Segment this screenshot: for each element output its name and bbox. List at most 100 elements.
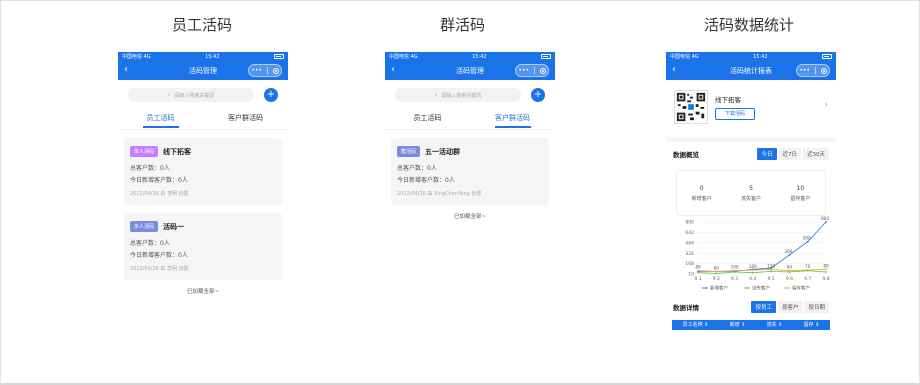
add-code-button[interactable]: +: [264, 88, 278, 102]
col-new[interactable]: 新增 ⇕: [730, 320, 746, 330]
code-card[interactable]: 群活码 五一活动群 总客户数：0人 今日新增客户数：0人 2022/04/26 …: [391, 138, 549, 205]
download-code-button[interactable]: 下载活码: [715, 108, 755, 120]
data-label: 100: [749, 264, 757, 269]
qr-code-icon: [674, 90, 708, 124]
today-new-customers: 今日新增客户数：0人: [130, 177, 188, 184]
data-label: 130: [767, 263, 775, 268]
series-point: [715, 270, 718, 273]
battery-icon: [540, 54, 551, 59]
x-tick-label: 9.6: [786, 276, 793, 282]
detail-by-employee[interactable]: 按员工: [751, 301, 776, 313]
search-icon: ⌕: [167, 92, 171, 98]
load-all-text: 已加载全部~: [453, 214, 487, 220]
code-name: 活码一: [163, 222, 185, 231]
data-label: 100: [731, 265, 739, 270]
total-customers: 总客户数：0人: [130, 240, 170, 247]
kpi-value: 0: [699, 184, 704, 192]
tab-group-code[interactable]: 客户群活码: [203, 108, 288, 129]
close-miniapp-icon[interactable]: [272, 67, 279, 74]
chevron-right-icon[interactable]: ›: [824, 100, 828, 110]
series-point: [825, 271, 827, 273]
kpi-value: 10: [796, 184, 805, 192]
trend-chart: 10 168 326 484 642 800 9.1 9.2 9.3 9.4 9.5 9.6 9.7 9.…: [666, 216, 836, 298]
carrier-text: 中国电信 4G: [389, 54, 418, 60]
code-name: 线下拓客: [163, 147, 192, 156]
close-miniapp-icon[interactable]: [539, 67, 546, 74]
data-label: 500: [803, 236, 811, 241]
nav-bar: ‹ 活码管理 •••: [118, 61, 288, 80]
tab-employee-code[interactable]: 员工活码: [118, 108, 203, 129]
section-title-stats: 活码数据统计: [704, 16, 795, 34]
more-icon[interactable]: •••: [251, 67, 262, 74]
status-bar: 中国电信 4G 15:42: [385, 52, 555, 61]
trend-chart-svg: 10 168 326 484 642 800 9.1 9.2 9.3 9.4 9.5 9.6 9.7 9.…: [685, 216, 829, 292]
x-tick-label: 9.8: [822, 276, 829, 282]
created-meta: 2022/04/26 由 李明 创建: [130, 191, 189, 197]
time-text: 15:42: [472, 53, 487, 60]
data-label: 70: [805, 264, 811, 269]
data-label: 80: [695, 265, 701, 270]
miniapp-capsule: •••: [796, 64, 830, 77]
more-icon[interactable]: •••: [799, 67, 810, 74]
close-miniapp-icon[interactable]: [820, 67, 827, 74]
phone-code-stats: 中国电信 4G 15:42 ‹ 活码统计报表 ••• 线下拓客 下载活码 › 数…: [666, 52, 836, 354]
series-point: [697, 271, 699, 274]
code-card[interactable]: 多人活码 活码一 总客户数：0人 今日新增客户数：0人 2022/04/26 由…: [124, 213, 282, 280]
total-customers: 总客户数：0人: [397, 165, 437, 172]
series-point: [806, 240, 809, 243]
kpi-label: 留存客户: [790, 195, 811, 202]
back-arrow-icon[interactable]: ‹: [672, 64, 676, 76]
tab-group-code[interactable]: 客户群活码: [470, 108, 555, 129]
carrier-text: 中国电信 4G: [122, 54, 151, 60]
search-placeholder: 请输入搜索关键词: [174, 92, 215, 99]
data-label: 80: [823, 263, 829, 268]
kpi-kept: 10 留存客户: [790, 185, 810, 202]
series-point: [825, 268, 827, 271]
y-tick-label: 326: [685, 251, 694, 257]
data-label: 60: [787, 265, 793, 270]
series-point: [770, 270, 773, 273]
nav-bar: ‹ 活码管理 •••: [385, 61, 555, 80]
today-new-customers: 今日新增客户数：0人: [397, 177, 455, 184]
search-input[interactable]: ⌕ 请输入搜索关键词: [395, 88, 521, 102]
x-tick-label: 9.4: [749, 276, 756, 282]
type-badge: 多人活码: [130, 221, 159, 232]
y-tick-label: 10: [688, 272, 694, 278]
detail-by-customer[interactable]: 按客户: [777, 301, 803, 313]
back-arrow-icon[interactable]: ‹: [391, 64, 395, 76]
tab-employee-code[interactable]: 员工活码: [385, 108, 470, 129]
nav-title: 活码管理: [456, 66, 484, 75]
back-arrow-icon[interactable]: ‹: [124, 64, 128, 76]
total-customers: 总客户数：0人: [130, 165, 170, 172]
detail-selector: 按员工 按客户 按日期: [751, 301, 829, 313]
kpi-value: 5: [749, 184, 753, 192]
nav-title: 活码统计报表: [730, 66, 772, 75]
col-lost[interactable]: 流失 ⇕: [767, 320, 783, 330]
phone-group-codes: 中国电信 4G 15:42 ‹ 活码管理 ••• ⌕ 请输入搜索关键词 + 员工…: [385, 52, 555, 242]
search-input[interactable]: ⌕ 请输入搜索关键词: [128, 88, 254, 102]
type-badge: 群活码: [397, 146, 421, 157]
code-summary[interactable]: 线下拓客 下载活码 ›: [666, 80, 836, 142]
series-point: [697, 269, 699, 272]
kpi-lost: 5 流失客户: [741, 185, 761, 202]
col-employee[interactable]: 员工名称 ⇕: [683, 320, 709, 330]
range-7d[interactable]: 近7日: [778, 148, 801, 160]
carrier-text: 中国电信 4G: [670, 54, 699, 60]
add-code-button[interactable]: +: [531, 88, 545, 102]
battery-icon: [273, 54, 284, 59]
code-name: 线下拓客: [715, 96, 741, 104]
search-placeholder: 请输入搜索关键词: [441, 92, 482, 99]
battery-icon: [821, 54, 832, 59]
range-30d[interactable]: 近30天: [803, 148, 829, 160]
nav-bar: ‹ 活码统计报表 •••: [666, 61, 836, 80]
col-kept[interactable]: 留存 ⇕: [804, 320, 820, 330]
x-tick-label: 9.1: [694, 276, 701, 282]
data-label: 800: [821, 216, 829, 221]
more-icon[interactable]: •••: [518, 67, 529, 74]
detail-by-date[interactable]: 按日期: [804, 301, 829, 313]
code-card[interactable]: 单人活码 线下拓客 总客户数：0人 今日新增客户数：0人 2022/04/26 …: [124, 138, 282, 205]
x-tick-label: 9.2: [713, 276, 720, 282]
time-text: 15:42: [753, 53, 768, 60]
range-today[interactable]: 今日: [757, 148, 777, 160]
nav-title: 活码管理: [189, 66, 217, 75]
